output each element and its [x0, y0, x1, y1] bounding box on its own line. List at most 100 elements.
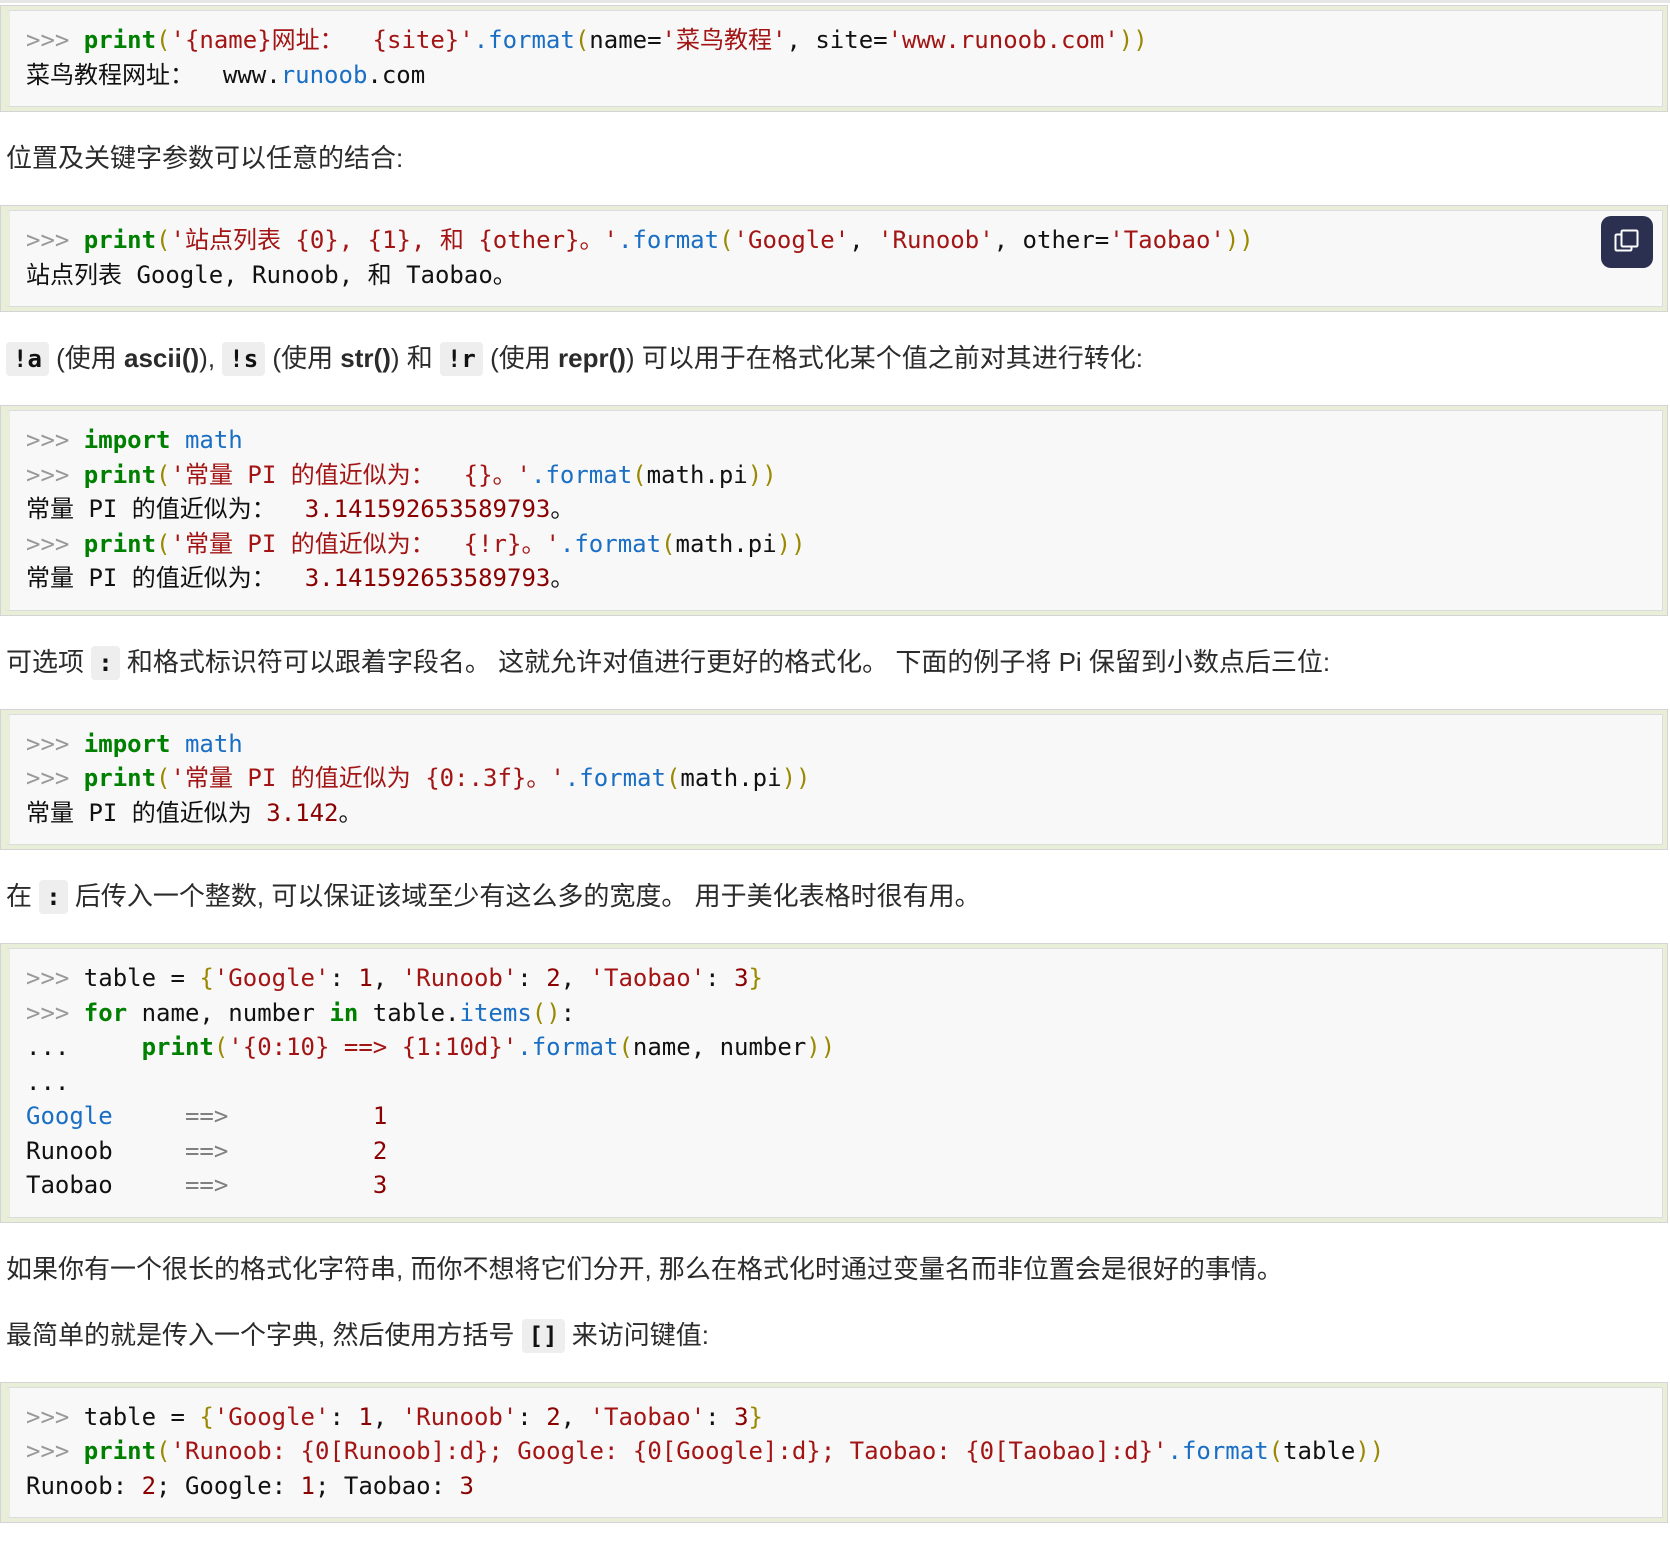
code-line: 菜鸟教程网址： www.runoob.com: [26, 61, 425, 89]
code-token: >>>: [26, 26, 84, 54]
code-token: 1: [372, 1102, 388, 1130]
paragraph: 可选项 : 和格式标识符可以跟着字段名。 这就允许对值进行更好的格式化。 下面的…: [6, 643, 1670, 682]
code-token: ,: [372, 1402, 402, 1431]
code-token: 3: [372, 1171, 388, 1199]
code-token: ; Taobao:: [315, 1471, 460, 1500]
code-token: print: [83, 226, 157, 254]
paragraph-text: ),: [199, 343, 223, 373]
code-token: table =: [83, 964, 200, 992]
code-token: 。: [550, 495, 575, 523]
code-token: import: [83, 426, 171, 454]
code-block-inner: >>> table = {'Google': 1, 'Runoob': 2, '…: [5, 948, 1663, 1218]
code-token: name=: [589, 26, 662, 54]
code-line: 站点列表 Google, Runoob, 和 Taobao。: [26, 261, 517, 289]
code-token: name, number: [632, 1033, 807, 1061]
code-token: 1: [358, 1402, 373, 1431]
code-token: :: [705, 1402, 735, 1431]
paragraph-text: 位置及关键字参数可以任意的结合:: [6, 143, 404, 173]
inline-code: !r: [439, 342, 483, 376]
code-token: 3: [734, 964, 749, 992]
code-line: >>> import math: [26, 426, 243, 454]
code-token: >>>: [26, 226, 84, 254]
code-token: '{name}网址： {site}': [170, 26, 474, 54]
code-token: print: [83, 529, 157, 558]
code-text[interactable]: >>> table = {'Google': 1, 'Runoob': 2, '…: [26, 1400, 1646, 1504]
code-token: Google: [26, 1102, 113, 1130]
code-token: 'Runoob': [401, 964, 518, 992]
code-line: >>> print('Runoob: {0[Runoob]:d}; Google…: [26, 1437, 1384, 1465]
code-token: '{0:10} ==> {1:10d}': [228, 1033, 518, 1061]
code-token: (: [618, 1033, 633, 1061]
code-token: (: [574, 26, 590, 54]
code-token: for: [83, 998, 128, 1027]
code-token: 'Taobao': [589, 1402, 706, 1431]
code-token: 2: [546, 964, 561, 992]
code-token: :: [560, 998, 576, 1027]
code-token: 3.141592653589793: [304, 564, 551, 592]
code-token: :: [329, 964, 359, 992]
code-text[interactable]: >>> table = {'Google': 1, 'Runoob': 2, '…: [26, 961, 1646, 1203]
code-token: )): [1118, 26, 1148, 54]
code-text[interactable]: >>> import math >>> print('常量 PI 的值近似为 {…: [26, 727, 1646, 831]
code-token: table: [1283, 1437, 1356, 1465]
code-token: ,: [786, 26, 816, 54]
code-token: >>>: [26, 460, 84, 489]
code-token: Runoob: [26, 1136, 113, 1165]
code-token: math: [184, 729, 243, 758]
code-token: print: [83, 26, 157, 54]
code-token: ,: [560, 964, 590, 992]
code-token: >>>: [26, 998, 84, 1027]
inline-code: []: [521, 1318, 565, 1353]
paragraph-text: 可选项: [6, 646, 92, 677]
paragraph: 如果你有一个很长的格式化字符串, 而你不想将它们分开, 那么在格式化时通过变量名…: [6, 1250, 1670, 1289]
code-token: 'Taobao': [1109, 226, 1225, 254]
bold-text: ascii(): [124, 343, 200, 373]
code-token: print: [141, 1033, 214, 1061]
code-token: 2: [546, 1402, 561, 1431]
code-token: 2: [141, 1471, 157, 1500]
code-token: (: [661, 529, 676, 558]
code-token: 'Google': [213, 1402, 330, 1431]
code-block: >>> import math >>> print('常量 PI 的值近似为： …: [0, 405, 1668, 616]
code-token: (: [156, 529, 171, 558]
code-token: Taobao: [26, 1171, 113, 1199]
code-token: )): [747, 460, 777, 489]
code-block: >>> table = {'Google': 1, 'Runoob': 2, '…: [0, 1381, 1668, 1523]
code-line: >>> print('站点列表 {0}, {1}, 和 {other}。'.fo…: [26, 226, 1254, 254]
code-token: :: [705, 964, 735, 992]
code-token: 常量 PI 的值近似为: [26, 798, 267, 827]
code-token: .com: [367, 60, 426, 89]
code-token: math.pi: [680, 764, 782, 792]
code-line: >>> print('常量 PI 的值近似为 {0:.3f}。'.format(…: [26, 764, 810, 792]
code-token: print: [83, 1437, 157, 1465]
code-token: 3.142: [266, 798, 339, 827]
code-token: )): [806, 1033, 836, 1061]
code-token: >>>: [26, 729, 84, 758]
code-token: 1: [358, 964, 373, 992]
code-token: 'Runoob': [878, 226, 994, 254]
code-token: 。: [338, 798, 363, 827]
code-token: ,: [372, 964, 402, 992]
copy-icon[interactable]: [1601, 216, 1653, 268]
paragraph-text: (使用: [265, 343, 341, 373]
code-token: ...: [26, 1067, 70, 1096]
code-line: >>> import math: [26, 730, 243, 758]
code-token: ==>: [184, 1171, 229, 1199]
inline-code: !s: [222, 342, 266, 376]
code-token: >>>: [26, 964, 84, 992]
code-text[interactable]: >>> import math >>> print('常量 PI 的值近似为： …: [26, 423, 1646, 596]
code-token: (: [665, 764, 681, 792]
paragraph-text: 来访问键值:: [564, 1319, 710, 1350]
code-token: )): [776, 529, 806, 558]
code-token: (: [156, 226, 171, 254]
code-token: .format: [531, 460, 633, 489]
code-block-inner: >>> table = {'Google': 1, 'Runoob': 2, '…: [5, 1386, 1663, 1518]
paragraph-text: 如果你有一个很长的格式化字符串, 而你不想将它们分开, 那么在格式化时通过变量名…: [6, 1253, 1283, 1284]
code-block-inner: >>> import math >>> print('常量 PI 的值近似为： …: [5, 410, 1663, 611]
page-root: >>> print('{name}网址： {site}'.format(name…: [0, 0, 1670, 1523]
code-text[interactable]: >>> print('站点列表 {0}, {1}, 和 {other}。'.fo…: [26, 223, 1646, 292]
code-text[interactable]: >>> print('{name}网址： {site}'.format(name…: [26, 23, 1646, 92]
code-token: 2: [372, 1136, 388, 1165]
code-token: ,: [849, 226, 879, 254]
